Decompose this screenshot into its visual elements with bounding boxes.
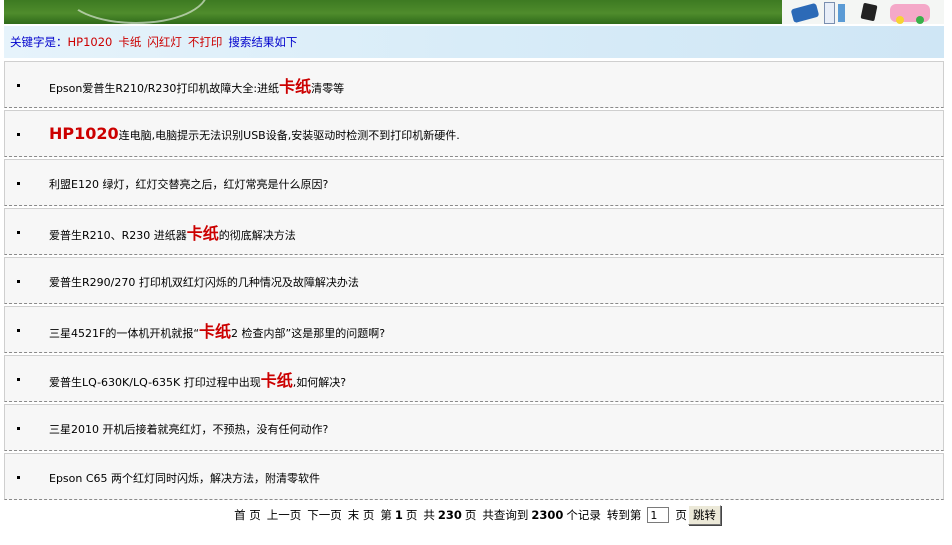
current-page-prefix: 第	[380, 508, 392, 522]
keyword-term: 闪红灯	[147, 35, 182, 49]
list-item: Epson C65 两个红灯同时闪烁，解决方法，附清零软件	[4, 453, 944, 500]
jump-button[interactable]: 跳转	[687, 505, 721, 525]
list-item: 爱普生R290/270 打印机双红灯闪烁的几种情况及故障解决办法	[4, 257, 944, 304]
keyword-term: 不打印	[187, 35, 223, 49]
bullet-icon	[17, 279, 20, 283]
result-highlight: 卡纸	[186, 223, 219, 243]
result-link[interactable]: 爱普生R210、R230 进纸器卡纸的彻底解决方法	[49, 220, 296, 244]
prev-page-link[interactable]: 上一页	[267, 507, 302, 523]
first-page-link[interactable]: 首 页	[234, 507, 261, 523]
result-highlight: 卡纸	[260, 370, 293, 390]
records-suffix: 个记录	[566, 508, 601, 522]
result-link[interactable]: 三星2010 开机后接着就亮红灯，不预热，没有任何动作?	[49, 418, 328, 437]
result-link[interactable]: Epson爱普生R210/R230打印机故障大全:进纸卡纸清零等	[49, 73, 344, 97]
result-text: 爱普生R210、R230 进纸器	[49, 228, 187, 242]
total-pages-count: 230	[437, 508, 462, 522]
bullet-icon	[17, 426, 20, 430]
jump-suffix: 页	[675, 508, 687, 522]
jump-prefix: 转到第	[606, 508, 642, 522]
result-text: ,如何解决?	[292, 375, 347, 389]
last-page-link[interactable]: 末 页	[348, 507, 375, 523]
search-results-list: Epson爱普生R210/R230打印机故障大全:进纸卡纸清零等 HP1020连…	[4, 61, 944, 502]
keyword-bar: 关键字是： HP1020 卡纸 闪红灯 不打印 搜索结果如下	[4, 26, 944, 58]
result-link[interactable]: 三星4521F的一体机开机就报“卡纸2 检查内部”这是那里的问题啊?	[49, 318, 385, 342]
header-banner	[4, 0, 944, 24]
list-item: 爱普生LQ-630K/LQ-635K 打印过程中出现卡纸,如何解决?	[4, 355, 944, 402]
list-item: HP1020连电脑,电脑提示无法识别USB设备,安装驱动时检测不到打印机新硬件.	[4, 110, 944, 157]
result-text: 清零等	[311, 81, 345, 95]
pagination-bar: 首 页 上一页 下一页 末 页 第 1 页 共 230 页 共查询到 2300 …	[0, 502, 952, 528]
glue-tube-icon	[824, 2, 835, 24]
result-text: 三星4521F的一体机开机就报“	[49, 326, 200, 340]
toy-cart-icon	[890, 4, 930, 24]
result-text: 2 检查内部”这是那里的问题啊?	[231, 326, 386, 340]
bullet-icon	[17, 83, 20, 87]
list-item: 三星4521F的一体机开机就报“卡纸2 检查内部”这是那里的问题啊?	[4, 306, 944, 353]
result-link[interactable]: 爱普生R290/270 打印机双红灯闪烁的几种情况及故障解决办法	[49, 271, 359, 290]
keyword-term: HP1020	[67, 35, 113, 49]
page-jump-input[interactable]	[647, 507, 670, 523]
stapler-icon	[790, 2, 820, 24]
banner-swoosh-decoration	[64, 0, 208, 24]
total-pages-suffix: 页	[464, 508, 477, 522]
result-text: 利盟E120 绿灯，红灯交替亮之后，红灯常亮是什么原因?	[49, 178, 329, 191]
list-item: 爱普生R210、R230 进纸器卡纸的彻底解决方法	[4, 208, 944, 255]
bullet-icon	[17, 475, 20, 479]
binder-clip-icon	[860, 2, 878, 22]
list-item: 三星2010 开机后接着就亮红灯，不预热，没有任何动作?	[4, 404, 944, 451]
list-item: Epson爱普生R210/R230打印机故障大全:进纸卡纸清零等	[4, 61, 944, 108]
search-result-text: 搜索结果如下	[228, 35, 298, 49]
result-text: Epson C65 两个红灯同时闪烁，解决方法，附清零软件	[49, 472, 321, 485]
result-link[interactable]: HP1020连电脑,电脑提示无法识别USB设备,安装驱动时检测不到打印机新硬件.	[49, 124, 460, 143]
keyword-label: 关键字是：	[10, 35, 68, 49]
current-page-suffix: 页	[405, 508, 418, 522]
bullet-icon	[17, 377, 20, 381]
result-highlight: 卡纸	[199, 321, 232, 341]
bullet-icon	[17, 132, 20, 136]
list-item: 利盟E120 绿灯，红灯交替亮之后，红灯常亮是什么原因?	[4, 159, 944, 206]
result-text: 三星2010 开机后接着就亮红灯，不预热，没有任何动作?	[49, 423, 329, 436]
result-highlight: 卡纸	[279, 76, 312, 96]
result-link[interactable]: Epson C65 两个红灯同时闪烁，解决方法，附清零软件	[49, 467, 320, 486]
total-pages-prefix: 共	[423, 508, 435, 522]
records-count: 2300	[531, 508, 564, 522]
result-link[interactable]: 爱普生LQ-630K/LQ-635K 打印过程中出现卡纸,如何解决?	[49, 367, 346, 391]
marker-icon	[838, 4, 845, 22]
result-text: 连电脑,电脑提示无法识别USB设备,安装驱动时检测不到打印机新硬件.	[118, 129, 460, 142]
result-text: 的彻底解决方法	[218, 228, 296, 242]
result-highlight: HP1020	[49, 124, 119, 143]
current-page-number: 1	[394, 508, 403, 522]
keyword-term: 卡纸	[118, 35, 142, 49]
banner-stationery-image	[782, 0, 944, 24]
result-text: 爱普生R290/270 打印机双红灯闪烁的几种情况及故障解决办法	[49, 276, 359, 289]
records-prefix: 共查询到	[482, 508, 529, 522]
result-link[interactable]: 利盟E120 绿灯，红灯交替亮之后，红灯常亮是什么原因?	[49, 173, 328, 192]
result-text: Epson爱普生R210/R230打印机故障大全:进纸	[49, 81, 280, 95]
result-text: 爱普生LQ-630K/LQ-635K 打印过程中出现	[49, 375, 261, 389]
bullet-icon	[17, 230, 20, 234]
bullet-icon	[17, 181, 20, 185]
next-page-link[interactable]: 下一页	[307, 507, 342, 523]
bullet-icon	[17, 328, 20, 332]
